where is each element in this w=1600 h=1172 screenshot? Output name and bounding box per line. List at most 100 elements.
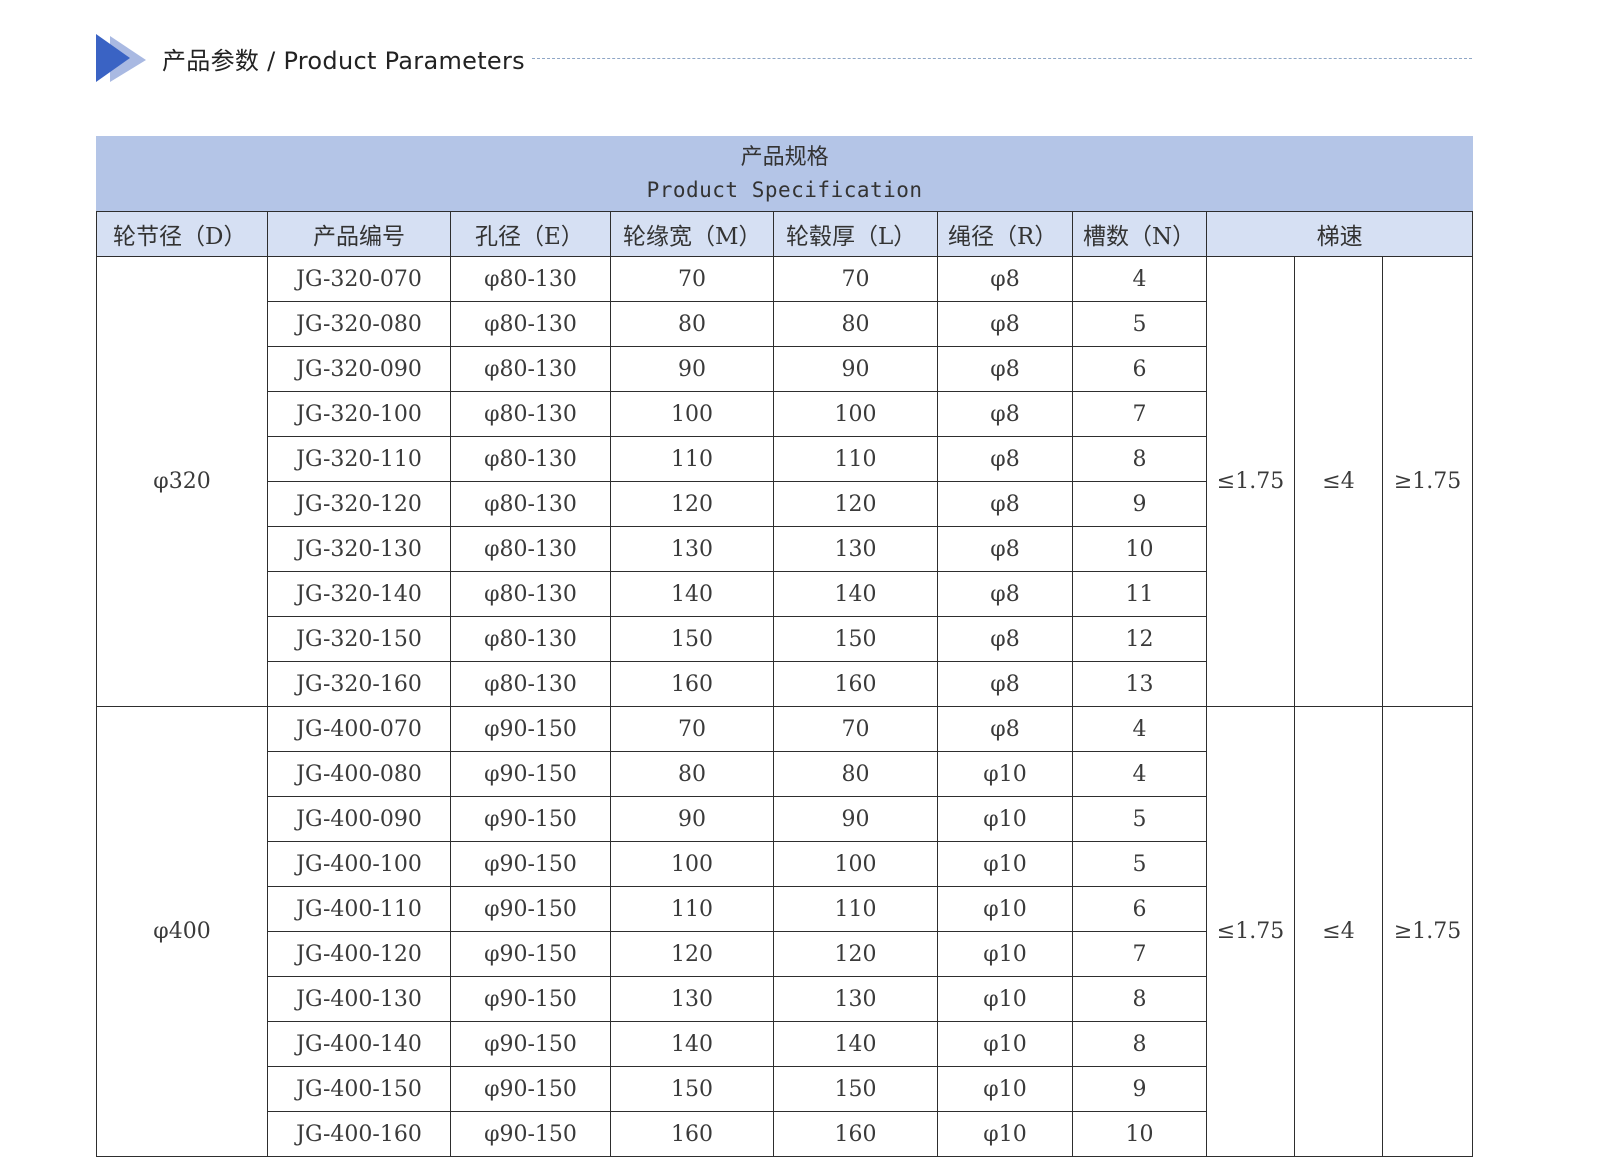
bore-cell: φ90-150 [450, 841, 611, 887]
hub-thickness-cell: 130 [773, 526, 938, 572]
caption-english: Product Specification [646, 177, 923, 202]
groove-count-cell: 7 [1072, 931, 1207, 977]
rim-width-cell: 80 [610, 301, 774, 347]
header-groove-count: 槽数（N） [1072, 211, 1207, 257]
product-code-cell: JG-400-130 [267, 976, 451, 1022]
groove-count-cell: 8 [1072, 436, 1207, 482]
bore-cell: φ80-130 [450, 301, 611, 347]
table-header-row: 轮节径（D） 产品编号 孔径（E） 轮缘宽（M） 轮毂厚（L） 绳径（R） 槽数… [96, 211, 1474, 257]
groove-count-cell: 4 [1072, 256, 1207, 302]
bore-cell: φ90-150 [450, 796, 611, 842]
bore-cell: φ80-130 [450, 436, 611, 482]
bore-cell: φ90-150 [450, 706, 611, 752]
rim-width-cell: 110 [610, 886, 774, 932]
hub-thickness-cell: 70 [773, 256, 938, 302]
product-code-cell: JG-320-080 [267, 301, 451, 347]
header-rope-diameter: 绳径（R） [937, 211, 1073, 257]
product-code-cell: JG-400-140 [267, 1021, 451, 1067]
groove-count-cell: 6 [1072, 346, 1207, 392]
rope-diameter-cell: φ8 [937, 571, 1073, 617]
rim-width-cell: 90 [610, 796, 774, 842]
header-rim-width: 轮缘宽（M） [610, 211, 774, 257]
header-hub-thickness: 轮毂厚（L） [773, 211, 938, 257]
hub-thickness-cell: 120 [773, 931, 938, 977]
rim-width-cell: 160 [610, 1111, 774, 1157]
bore-cell: φ90-150 [450, 1021, 611, 1067]
bore-cell: φ80-130 [450, 616, 611, 662]
groove-count-cell: 12 [1072, 616, 1207, 662]
rope-diameter-cell: φ8 [937, 391, 1073, 437]
rim-width-cell: 80 [610, 751, 774, 797]
speed-cell: ≤1.75 [1206, 256, 1295, 707]
groove-count-cell: 9 [1072, 481, 1207, 527]
rim-width-cell: 140 [610, 571, 774, 617]
bore-cell: φ90-150 [450, 931, 611, 977]
product-code-cell: JG-400-070 [267, 706, 451, 752]
rope-diameter-cell: φ10 [937, 886, 1073, 932]
product-code-cell: JG-320-070 [267, 256, 451, 302]
rim-width-cell: 120 [610, 481, 774, 527]
bore-cell: φ90-150 [450, 886, 611, 932]
speed-cell: ≤4 [1294, 706, 1383, 1157]
rim-width-cell: 130 [610, 976, 774, 1022]
rope-diameter-cell: φ8 [937, 301, 1073, 347]
rope-diameter-cell: φ8 [937, 481, 1073, 527]
hub-thickness-cell: 150 [773, 616, 938, 662]
rope-diameter-cell: φ8 [937, 346, 1073, 392]
speed-cell: ≥1.75 [1381, 706, 1474, 1157]
rope-diameter-cell: φ10 [937, 1111, 1073, 1157]
header-product-code: 产品编号 [267, 211, 451, 257]
product-code-cell: JG-320-160 [267, 661, 451, 707]
speed-cell: ≥1.75 [1381, 256, 1474, 707]
rope-diameter-cell: φ8 [937, 256, 1073, 302]
hub-thickness-cell: 90 [773, 346, 938, 392]
speed-cell: ≤4 [1294, 256, 1383, 707]
product-code-cell: JG-400-120 [267, 931, 451, 977]
header-bore: 孔径（E） [450, 211, 611, 257]
bore-cell: φ80-130 [450, 481, 611, 527]
rope-diameter-cell: φ10 [937, 751, 1073, 797]
hub-thickness-cell: 160 [773, 1111, 938, 1157]
rim-width-cell: 130 [610, 526, 774, 572]
groove-count-cell: 4 [1072, 706, 1207, 752]
groove-count-cell: 6 [1072, 886, 1207, 932]
rim-width-cell: 70 [610, 256, 774, 302]
groove-count-cell: 13 [1072, 661, 1207, 707]
hub-thickness-cell: 160 [773, 661, 938, 707]
product-code-cell: JG-320-090 [267, 346, 451, 392]
hub-thickness-cell: 110 [773, 436, 938, 482]
hub-thickness-cell: 70 [773, 706, 938, 752]
rim-width-cell: 90 [610, 346, 774, 392]
product-code-cell: JG-400-160 [267, 1111, 451, 1157]
rope-diameter-cell: φ8 [937, 661, 1073, 707]
bore-cell: φ80-130 [450, 661, 611, 707]
hub-thickness-cell: 140 [773, 571, 938, 617]
bore-cell: φ90-150 [450, 1111, 611, 1157]
bore-cell: φ80-130 [450, 391, 611, 437]
groove-count-cell: 5 [1072, 796, 1207, 842]
table-row: φ320 JG-320-070 φ80-130 70 70 φ8 4 ≤1.75 ≤4 ≥1.75 [96, 256, 1474, 707]
groove-count-cell: 8 [1072, 1021, 1207, 1067]
rim-width-cell: 100 [610, 391, 774, 437]
rope-diameter-cell: φ8 [937, 616, 1073, 662]
hub-thickness-cell: 140 [773, 1021, 938, 1067]
hub-thickness-cell: 80 [773, 301, 938, 347]
bore-cell: φ80-130 [450, 256, 611, 302]
rim-width-cell: 160 [610, 661, 774, 707]
hub-thickness-cell: 90 [773, 796, 938, 842]
speed-cell: ≤1.75 [1206, 706, 1295, 1157]
product-code-cell: JG-320-140 [267, 571, 451, 617]
rim-width-cell: 100 [610, 841, 774, 887]
hub-thickness-cell: 150 [773, 1066, 938, 1112]
rope-diameter-cell: φ10 [937, 1021, 1073, 1067]
product-code-cell: JG-400-110 [267, 886, 451, 932]
rope-diameter-cell: φ10 [937, 796, 1073, 842]
header-diameter: 轮节径（D） [96, 211, 268, 257]
product-code-cell: JG-400-090 [267, 796, 451, 842]
rim-width-cell: 140 [610, 1021, 774, 1067]
triangle-logo-icon [96, 34, 146, 82]
groove-count-cell: 8 [1072, 976, 1207, 1022]
rim-width-cell: 70 [610, 706, 774, 752]
rim-width-cell: 150 [610, 1066, 774, 1112]
groove-count-cell: 10 [1072, 1111, 1207, 1157]
